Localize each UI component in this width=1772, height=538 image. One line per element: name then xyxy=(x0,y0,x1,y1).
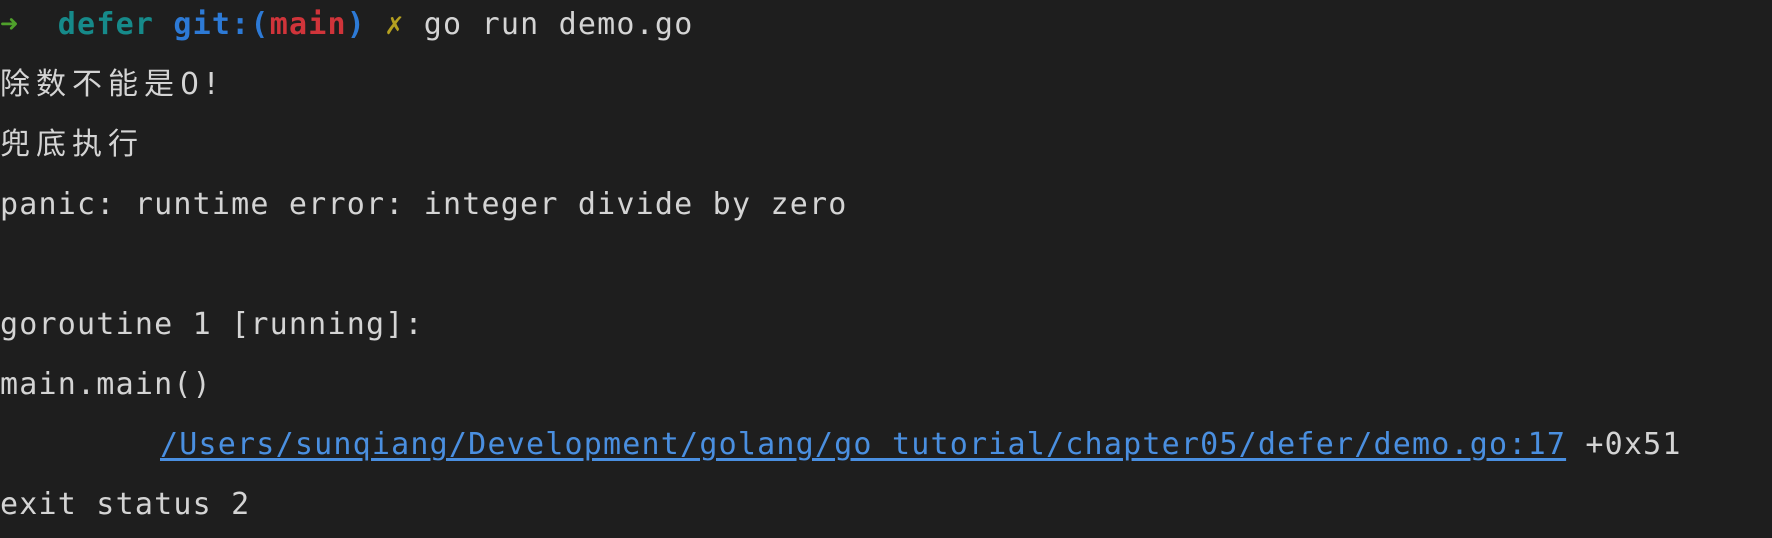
prompt-dirty-icon: ✗ xyxy=(385,7,405,42)
output-line-function: main.main() xyxy=(0,367,212,402)
terminal-window[interactable]: ➜ defer git:(main) ✗ go run demo.go 除数不能… xyxy=(0,0,1772,538)
prompt-arrow-icon: ➜ xyxy=(0,7,20,42)
output-line-fallback: 兜底执行 xyxy=(0,127,144,162)
prompt-line: ➜ defer git:(main) ✗ go run demo.go xyxy=(0,5,693,45)
file-offset: +0x51 xyxy=(1585,427,1682,462)
output-line-panic: panic: runtime error: integer divide by … xyxy=(0,187,848,222)
prompt-directory: defer xyxy=(57,7,155,42)
prompt-command: go run demo.go xyxy=(423,7,694,42)
prompt-branch: main xyxy=(269,7,347,42)
file-path-link[interactable]: /Users/sunqiang/Development/golang/go_tu… xyxy=(160,427,1566,462)
output-line-goroutine: goroutine 1 [running]: xyxy=(0,307,424,342)
output-line-exit-status: exit status 2 xyxy=(0,487,251,522)
prompt-git-label: git:( xyxy=(173,7,270,42)
stack-trace-line: /Users/sunqiang/Development/golang/go_tu… xyxy=(0,425,1682,465)
prompt-git-close: ) xyxy=(346,7,366,42)
output-line-divisor-error: 除数不能是0! xyxy=(0,67,224,102)
